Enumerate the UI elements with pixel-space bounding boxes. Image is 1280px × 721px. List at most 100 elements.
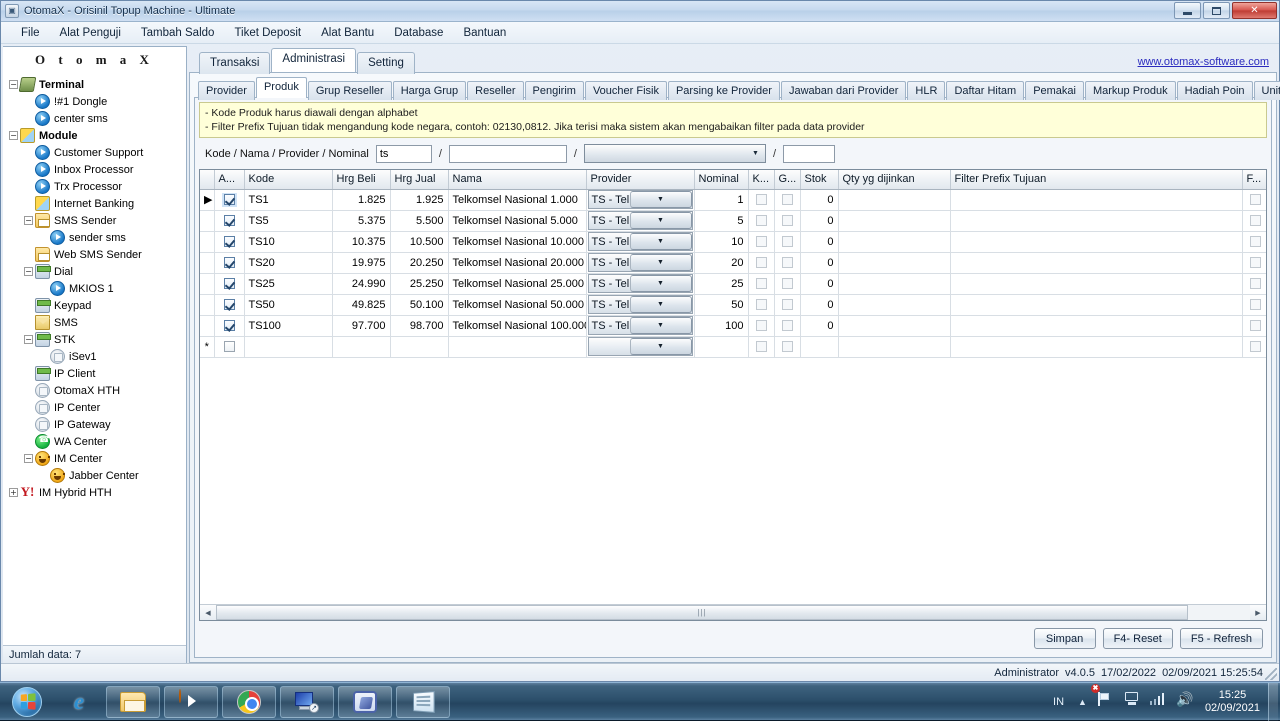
cell-provider-select[interactable]: TS - Telkomsel ...▼: [586, 315, 695, 337]
aktif-checkbox[interactable]: [223, 299, 235, 311]
tree-item-internet-banking[interactable]: Internet Banking: [9, 195, 186, 212]
cell-k-checkbox[interactable]: [748, 210, 775, 232]
cell-f-checkbox[interactable]: [1242, 210, 1266, 232]
taskbar-item-remote-desktop[interactable]: ↗: [280, 685, 334, 718]
tree-item-jabber-center[interactable]: Jabber Center: [9, 467, 186, 484]
g-checkbox[interactable]: [781, 278, 793, 290]
tree-item-terminal[interactable]: − Terminal: [9, 76, 186, 93]
subtab-harga-grup[interactable]: Harga Grup: [392, 81, 467, 100]
filter-kode-input[interactable]: ts: [375, 144, 432, 163]
column-header-kode[interactable]: Kode: [244, 170, 333, 190]
chevron-down-icon[interactable]: ▼: [629, 212, 692, 229]
tree-item-im-hybrid-hth[interactable]: + Y! IM Hybrid HTH: [9, 484, 186, 501]
cell-stok[interactable]: 0: [800, 210, 839, 232]
cell-g-checkbox[interactable]: [774, 210, 801, 232]
close-button[interactable]: ✕: [1232, 2, 1277, 19]
subtab-pengirim[interactable]: Pengirim: [524, 81, 584, 100]
cell-hrg_beli[interactable]: [332, 336, 391, 358]
network-icon[interactable]: [1124, 691, 1144, 712]
subtab-hlr[interactable]: HLR: [907, 81, 946, 100]
cell-qty[interactable]: [838, 252, 951, 274]
cell-kode[interactable]: TS1: [244, 189, 333, 211]
cell-hrg_jual[interactable]: [390, 336, 449, 358]
scroll-right-arrow[interactable]: ▶: [1250, 605, 1266, 620]
restore-button[interactable]: [1203, 2, 1230, 19]
table-row[interactable]: TS5 5.375 5.500 Telkomsel Nasional 5.000 TS …: [200, 210, 1266, 232]
g-checkbox[interactable]: [781, 257, 793, 269]
chevron-down-icon[interactable]: ▼: [629, 191, 692, 208]
column-header-f[interactable]: F...: [1242, 170, 1266, 190]
table-new-row[interactable]: * ▼: [200, 336, 1266, 358]
cell-kode[interactable]: TS20: [244, 252, 333, 274]
tree-item-ip-client[interactable]: IP Client: [9, 365, 186, 382]
start-button[interactable]: [2, 684, 52, 720]
g-checkbox[interactable]: [781, 341, 793, 353]
column-header-g[interactable]: G...: [774, 170, 801, 190]
cell-nama[interactable]: Telkomsel Nasional 10.000: [448, 231, 587, 253]
menu-item-tambah-saldo[interactable]: Tambah Saldo: [131, 24, 225, 42]
cell-hrg_jual[interactable]: 20.250: [390, 252, 449, 274]
cell-k-checkbox[interactable]: [748, 336, 775, 358]
column-header-provider[interactable]: Provider: [586, 170, 695, 190]
menu-item-alat-bantu[interactable]: Alat Bantu: [311, 24, 384, 42]
g-checkbox[interactable]: [781, 194, 793, 206]
cell-aktif-checkbox[interactable]: [214, 315, 245, 337]
cell-nama[interactable]: Telkomsel Nasional 100.000: [448, 315, 587, 337]
column-header-hrg_beli[interactable]: Hrg Beli: [332, 170, 391, 190]
subtab-jawaban-dari-provider[interactable]: Jawaban dari Provider: [780, 81, 907, 100]
cell-provider-select[interactable]: ▼: [586, 336, 695, 358]
column-header-nominal[interactable]: Nominal: [694, 170, 749, 190]
f-checkbox[interactable]: [1249, 236, 1261, 248]
f-checkbox[interactable]: [1249, 299, 1261, 311]
cell-f-checkbox[interactable]: [1242, 231, 1266, 253]
cell-k-checkbox[interactable]: [748, 273, 775, 295]
provider-combobox[interactable]: TS - Telkomsel ...▼: [587, 274, 693, 293]
f4-reset-button[interactable]: F4- Reset: [1102, 628, 1173, 649]
row-selector[interactable]: [200, 210, 215, 232]
tree-item-mkios-1[interactable]: MKIOS 1: [9, 280, 186, 297]
cell-g-checkbox[interactable]: [774, 294, 801, 316]
scroll-thumb[interactable]: |||: [216, 605, 1188, 620]
f-checkbox[interactable]: [1249, 320, 1261, 332]
cell-qty[interactable]: [838, 189, 951, 211]
table-row[interactable]: TS25 24.990 25.250 Telkomsel Nasional 25.00…: [200, 273, 1266, 295]
tree-item-trx-processor[interactable]: Trx Processor: [9, 178, 186, 195]
cell-nama[interactable]: Telkomsel Nasional 1.000: [448, 189, 587, 211]
cell-prefix[interactable]: [950, 294, 1243, 316]
taskbar-item-media-player[interactable]: [164, 685, 218, 718]
cell-qty[interactable]: [838, 315, 951, 337]
cell-provider-select[interactable]: TS - Telkomsel ...▼: [586, 231, 695, 253]
scroll-left-arrow[interactable]: ◀: [200, 605, 216, 620]
k-checkbox[interactable]: [755, 215, 767, 227]
cell-g-checkbox[interactable]: [774, 231, 801, 253]
show-desktop-button[interactable]: [1268, 682, 1278, 721]
cell-provider-select[interactable]: TS - Telkomsel ...▼: [586, 210, 695, 232]
menu-item-alat-penguji[interactable]: Alat Penguji: [50, 24, 131, 42]
filter-nominal-input[interactable]: [783, 144, 836, 163]
provider-combobox[interactable]: TS - Telkomsel ...▼: [587, 190, 693, 209]
cell-nama[interactable]: Telkomsel Nasional 5.000: [448, 210, 587, 232]
table-row[interactable]: TS100 97.700 98.700 Telkomsel Nasional 100.…: [200, 315, 1266, 337]
secondary-tabstrip[interactable]: Provider Produk Grup Reseller Harga Grup Res…: [194, 77, 1280, 100]
tree-item-customer-support[interactable]: Customer Support: [9, 144, 186, 161]
cell-qty[interactable]: [838, 273, 951, 295]
cell-f-checkbox[interactable]: [1242, 336, 1266, 358]
collapse-icon[interactable]: −: [9, 80, 18, 89]
cell-prefix[interactable]: [950, 273, 1243, 295]
provider-combobox[interactable]: TS - Telkomsel ...▼: [587, 316, 693, 335]
cell-nominal[interactable]: 5: [694, 210, 749, 232]
tree-item-sender-sms[interactable]: sender sms: [9, 229, 186, 246]
cell-f-checkbox[interactable]: [1242, 315, 1266, 337]
row-selector[interactable]: [200, 252, 215, 274]
column-header-aktif[interactable]: A...: [214, 170, 245, 190]
minimize-button[interactable]: [1174, 2, 1201, 19]
aktif-checkbox[interactable]: [223, 215, 235, 227]
cell-provider-select[interactable]: TS - Telkomsel ...▼: [586, 273, 695, 295]
aktif-checkbox[interactable]: [223, 320, 235, 332]
f-checkbox[interactable]: [1249, 257, 1261, 269]
cell-aktif-checkbox[interactable]: [214, 294, 245, 316]
grid-viewport[interactable]: A... Kode Hrg Beli Hrg Jual Nama Provider Nomi…: [200, 170, 1266, 604]
tab-administrasi[interactable]: Administrasi: [271, 48, 357, 72]
subtab-pemakai[interactable]: Pemakai: [1025, 81, 1084, 100]
taskbar-item-visual-basic[interactable]: [338, 685, 392, 718]
